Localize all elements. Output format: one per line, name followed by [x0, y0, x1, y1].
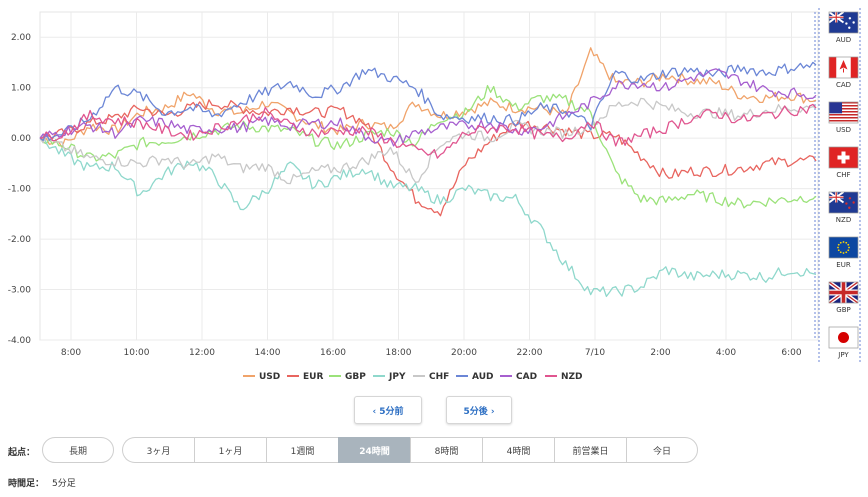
start-point-label: 起点： — [8, 448, 36, 458]
y-tick-label: 2.00 — [11, 33, 31, 43]
flag-code-label: USD — [836, 126, 851, 134]
flag-graphic — [829, 282, 858, 303]
x-tick-label: 22:00 — [517, 348, 543, 358]
australia-flag-icon — [828, 11, 859, 34]
flag-code-label: CAD — [836, 81, 851, 89]
y-tick-label: -2.00 — [8, 235, 32, 245]
flag-code-label: GBP — [836, 306, 850, 314]
x-tick-label: 8:00 — [61, 348, 81, 358]
x-axis: 8:00 10:00 12:00 14:00 16:00 18:00 20:00 22:00 7… — [61, 348, 802, 358]
flag-button-chf[interactable]: CHF — [828, 146, 859, 179]
legend-item-cad[interactable]: CAD — [500, 372, 537, 382]
legend-item-usd[interactable]: USD — [243, 372, 280, 382]
flag-button-gbp[interactable]: GBP — [828, 281, 859, 314]
y-tick-label: -3.00 — [8, 286, 32, 296]
next-5min-button[interactable]: 5分後 › — [446, 396, 512, 424]
period-today-button[interactable]: 今日 — [626, 437, 698, 463]
legend-label: CAD — [516, 372, 537, 382]
period-long-button[interactable]: 長期 — [42, 437, 114, 463]
eu-flag-icon — [828, 236, 859, 259]
flag-graphic — [829, 147, 858, 168]
legend-item-chf[interactable]: CHF — [413, 372, 449, 382]
x-tick-label: 7/10 — [585, 348, 605, 358]
legend-item-jpy[interactable]: JPY — [373, 372, 406, 382]
y-tick-label: -4.00 — [8, 336, 32, 346]
x-tick-label: 18:00 — [386, 348, 412, 358]
flag-button-usd[interactable]: USD — [828, 101, 859, 134]
fx-strength-chart: 2.00 1.00 0.00 -1.00 -2.00 -3.00 -4.00 8:00 10:… — [8, 8, 861, 382]
period-1month-button[interactable]: 1ヶ月 — [194, 437, 266, 463]
bar-interval-value: 5分足 — [52, 479, 76, 489]
flag-graphic — [829, 237, 858, 258]
legend-label: GBP — [345, 372, 366, 382]
period-8hours-button[interactable]: 8時間 — [410, 437, 482, 463]
period-4hours-button[interactable]: 4時間 — [482, 437, 554, 463]
legend-label: AUD — [472, 372, 493, 382]
y-axis: 2.00 1.00 0.00 -1.00 -2.00 -3.00 -4.00 — [8, 33, 32, 346]
switzerland-flag-icon — [828, 146, 859, 169]
legend-label: JPY — [388, 372, 406, 382]
legend-item-gbp[interactable]: GBP — [329, 372, 366, 382]
period-24hours-button[interactable]: 24時間 — [338, 437, 410, 463]
currency-flag-panel[interactable]: AUD CAD USD CHF NZD EUR GBP JPY — [818, 8, 861, 364]
legend-item-aud[interactable]: AUD — [456, 372, 493, 382]
flag-button-jpy[interactable]: JPY — [828, 326, 859, 359]
x-tick-label: 12:00 — [189, 348, 215, 358]
x-tick-label: 14:00 — [255, 348, 281, 358]
grid — [39, 11, 819, 341]
flag-graphic — [829, 327, 858, 348]
flag-button-eur[interactable]: EUR — [828, 236, 859, 269]
flag-graphic — [829, 192, 858, 213]
period-1week-button[interactable]: 1週間 — [266, 437, 338, 463]
usa-flag-icon — [828, 101, 859, 124]
period-prev-business-day-button[interactable]: 前営業日 — [554, 437, 626, 463]
legend-item-eur[interactable]: EUR — [287, 372, 323, 382]
flag-button-cad[interactable]: CAD — [828, 56, 859, 89]
period-3months-button[interactable]: 3ヶ月 — [122, 437, 194, 463]
y-tick-label: -1.00 — [8, 185, 32, 195]
new-zealand-flag-icon — [828, 191, 859, 214]
flag-button-nzd[interactable]: NZD — [828, 191, 859, 224]
legend-item-nzd[interactable]: NZD — [545, 372, 583, 382]
x-tick-label: 2:00 — [650, 348, 670, 358]
canada-flag-icon — [828, 56, 859, 79]
x-tick-label: 16:00 — [320, 348, 346, 358]
legend-label: NZD — [561, 372, 583, 382]
bar-interval-label: 時間足： — [8, 479, 45, 489]
flag-button-aud[interactable]: AUD — [828, 11, 859, 44]
japan-flag-icon — [828, 326, 859, 349]
flag-code-label: JPY — [837, 351, 849, 359]
uk-flag-icon — [828, 281, 859, 304]
flag-code-label: AUD — [836, 36, 851, 44]
y-tick-label: 0.00 — [11, 134, 31, 144]
x-tick-label: 6:00 — [781, 348, 801, 358]
legend-label: USD — [259, 372, 280, 382]
plot-area — [39, 11, 819, 341]
legend-label: EUR — [303, 372, 323, 382]
legend-label: CHF — [429, 372, 449, 382]
prev-5min-button[interactable]: ‹ 5分前 — [354, 396, 422, 424]
flag-graphic — [829, 12, 858, 33]
legend[interactable]: USD EUR GBP JPY CHF AUD CAD NZD — [243, 372, 583, 382]
flag-code-label: CHF — [836, 171, 850, 179]
x-tick-label: 4:00 — [716, 348, 736, 358]
x-tick-label: 10:00 — [124, 348, 150, 358]
flag-code-label: NZD — [836, 216, 851, 224]
flag-code-label: EUR — [836, 261, 851, 269]
y-tick-label: 1.00 — [11, 84, 31, 94]
flag-graphic — [829, 102, 858, 123]
x-tick-label: 20:00 — [451, 348, 477, 358]
flag-graphic — [829, 57, 858, 78]
